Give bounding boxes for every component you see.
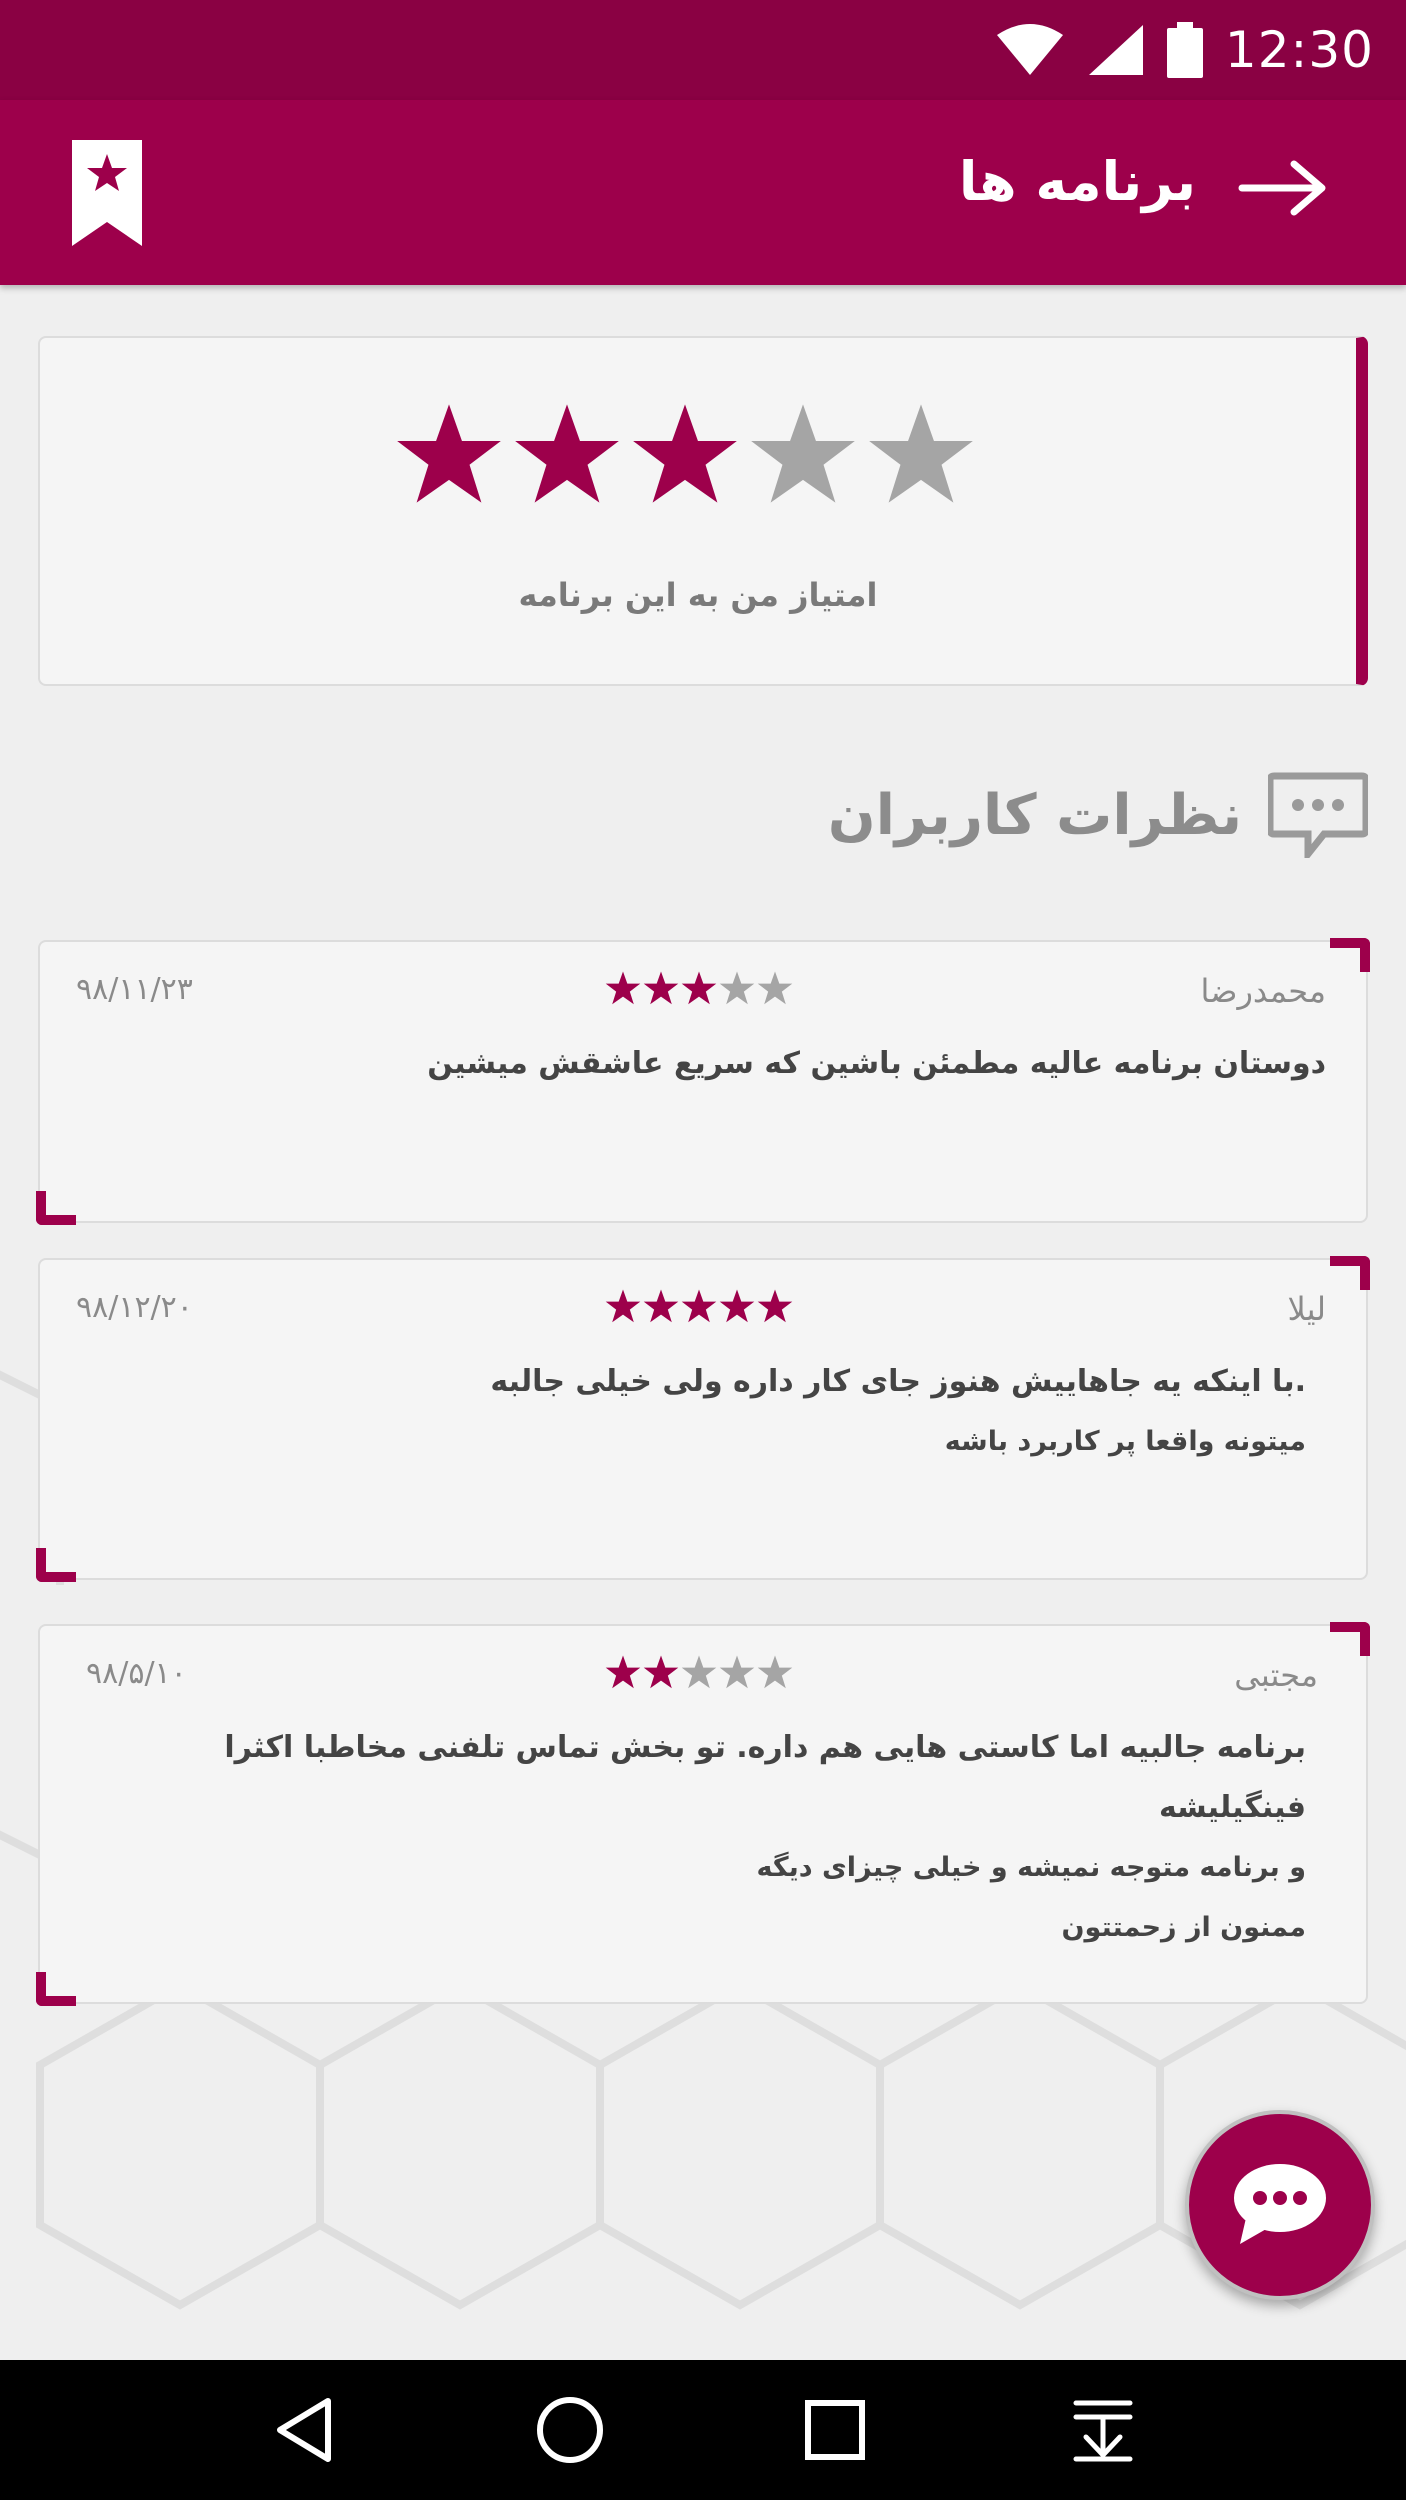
star-icon — [757, 1289, 793, 1323]
review-rating-stars — [605, 970, 793, 1006]
star-icon — [757, 1655, 793, 1689]
star-icon — [757, 971, 793, 1005]
chat-bubble-icon — [1268, 772, 1368, 858]
review-line: .با اینکه یه جاهاییش هنوز جای کار داره و… — [490, 1364, 1306, 1399]
card-corner-accent — [1330, 1622, 1370, 1656]
review-card: مجتبی ۹۸/۵/۱۰ برنامه جالبیه اما کاستی ها… — [36, 1622, 1370, 2006]
star-icon — [719, 1289, 755, 1323]
star-icon — [681, 971, 717, 1005]
reviews-header: نظرات کاربران — [828, 770, 1368, 860]
my-rating-stars[interactable] — [395, 400, 975, 508]
star-icon — [643, 1655, 679, 1689]
review-rating-stars — [605, 1654, 793, 1690]
review-line: میتونه واقعا پر کاربرد باشه — [944, 1426, 1306, 1457]
review-author: محمدرضا — [1200, 972, 1326, 1010]
battery-icon — [1166, 22, 1203, 78]
reviews-title: نظرات کاربران — [827, 782, 1242, 848]
download-icon[interactable] — [1068, 2395, 1138, 2465]
my-rating-card: امتیاز من به این برنامه — [38, 336, 1368, 686]
review-text: .با اینکه یه جاهاییش هنوز جای کار داره و… — [80, 1352, 1306, 1472]
status-bar: 12:30 — [0, 0, 1406, 100]
rating-star-icon[interactable] — [395, 400, 503, 508]
review-line: دوستان برنامه عالیه مطمئن باشین که سریع … — [427, 1046, 1326, 1081]
app-bar: برنامه ها — [0, 100, 1406, 285]
review-author: مجتبی — [1234, 1656, 1318, 1694]
card-corner-accent — [1330, 1256, 1370, 1290]
review-date: ۹۸/۵/۱۰ — [86, 1656, 187, 1691]
review-line: برنامه جالبیه اما کاستی هایی هم داره. تو… — [224, 1730, 1306, 1825]
review-rating-stars — [605, 1288, 793, 1324]
wifi-icon — [996, 24, 1063, 75]
review-date: ۹۸/۱۱/۲۳ — [76, 972, 193, 1007]
review-card: لیلا ۹۸/۱۲/۲۰ .با اینکه یه جاهاییش هنوز … — [36, 1256, 1370, 1582]
star-icon — [719, 1655, 755, 1689]
review-line: و برنامه متوجه نمیشه و خیلی چیزای دیگه — [756, 1852, 1306, 1883]
review-date: ۹۸/۱۲/۲۰ — [76, 1290, 193, 1325]
star-icon — [681, 1655, 717, 1689]
rating-star-icon[interactable] — [749, 400, 857, 508]
arrow-right-icon[interactable] — [1238, 158, 1328, 218]
chat-bubble-icon — [1234, 2164, 1326, 2244]
recents-square-icon[interactable] — [800, 2395, 870, 2465]
rating-star-icon[interactable] — [631, 400, 739, 508]
card-corner-accent — [36, 1191, 76, 1225]
star-icon — [605, 1289, 641, 1323]
star-icon — [719, 971, 755, 1005]
add-comment-button[interactable] — [1185, 2110, 1375, 2300]
card-corner-accent — [1330, 938, 1370, 972]
review-line: ممنون از زحمتتون — [1061, 1912, 1306, 1943]
review-author: لیلا — [1287, 1290, 1327, 1328]
navigation-bar — [0, 2360, 1406, 2500]
review-text: دوستان برنامه عالیه مطمئن باشین که سریع … — [80, 1034, 1326, 1094]
page-title: برنامه ها — [958, 150, 1196, 213]
my-rating-label: امتیاز من به این برنامه — [518, 576, 878, 614]
signal-icon — [1088, 25, 1143, 75]
bookmark-star-icon[interactable] — [72, 140, 142, 246]
review-text: برنامه جالبیه اما کاستی هایی هم داره. تو… — [80, 1718, 1306, 1958]
card-corner-accent — [36, 1972, 76, 2006]
star-icon — [681, 1289, 717, 1323]
home-circle-icon[interactable] — [535, 2395, 605, 2465]
rating-star-icon[interactable] — [513, 400, 621, 508]
review-card: محمدرضا ۹۸/۱۱/۲۳ دوستان برنامه عالیه مطم… — [36, 938, 1370, 1225]
card-corner-accent — [36, 1548, 76, 1582]
star-icon — [643, 971, 679, 1005]
star-icon — [605, 971, 641, 1005]
back-triangle-icon[interactable] — [270, 2395, 340, 2465]
star-icon — [643, 1289, 679, 1323]
star-icon — [605, 1655, 641, 1689]
rating-star-icon[interactable] — [867, 400, 975, 508]
status-time: 12:30 — [1224, 21, 1374, 79]
